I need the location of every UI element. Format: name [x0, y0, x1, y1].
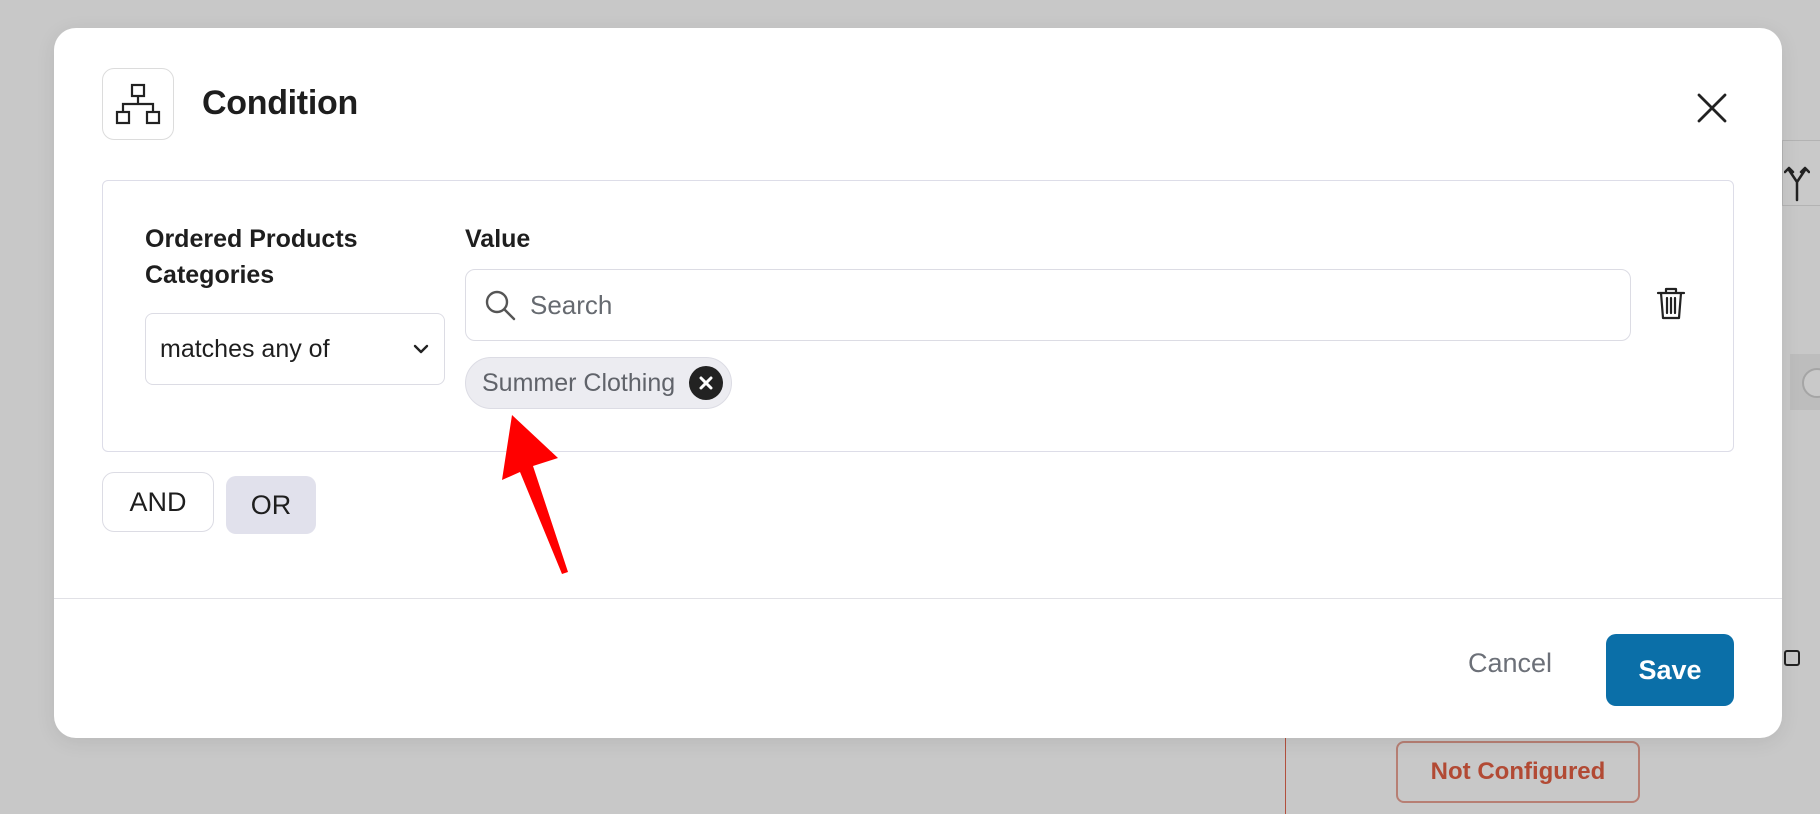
- search-icon: [485, 290, 516, 321]
- footer-divider: [54, 598, 1782, 599]
- close-icon: [699, 376, 713, 390]
- condition-modal: Condition Ordered Products Categories ma…: [54, 28, 1782, 738]
- remove-tag-button[interactable]: [689, 366, 724, 400]
- save-button[interactable]: Save: [1606, 634, 1734, 706]
- hierarchy-icon: [102, 68, 174, 140]
- field-label: Ordered Products Categories: [145, 225, 358, 289]
- trash-icon: [1656, 287, 1686, 320]
- operator-value: matches any of: [160, 334, 330, 363]
- chevron-down-icon: [413, 344, 429, 354]
- value-label: Value: [465, 225, 531, 253]
- cancel-button[interactable]: Cancel: [1450, 636, 1570, 690]
- background-small-icon: [1784, 650, 1800, 666]
- selected-tag: Summer Clothing: [465, 357, 733, 409]
- close-button[interactable]: [1688, 84, 1736, 132]
- delete-condition-button[interactable]: [1651, 281, 1691, 325]
- modal-title: Condition: [202, 84, 358, 122]
- and-button[interactable]: AND: [102, 472, 214, 532]
- condition-group: Ordered Products Categories matches any …: [102, 180, 1734, 452]
- value-search-field[interactable]: [465, 269, 1631, 341]
- close-icon: [1697, 93, 1727, 123]
- not-configured-badge: Not Configured: [1396, 741, 1640, 803]
- or-button[interactable]: OR: [226, 476, 316, 534]
- tag-label: Summer Clothing: [482, 368, 676, 397]
- search-input[interactable]: [530, 289, 1530, 321]
- operator-select[interactable]: matches any of: [145, 313, 445, 385]
- branch-icon: [1784, 166, 1810, 202]
